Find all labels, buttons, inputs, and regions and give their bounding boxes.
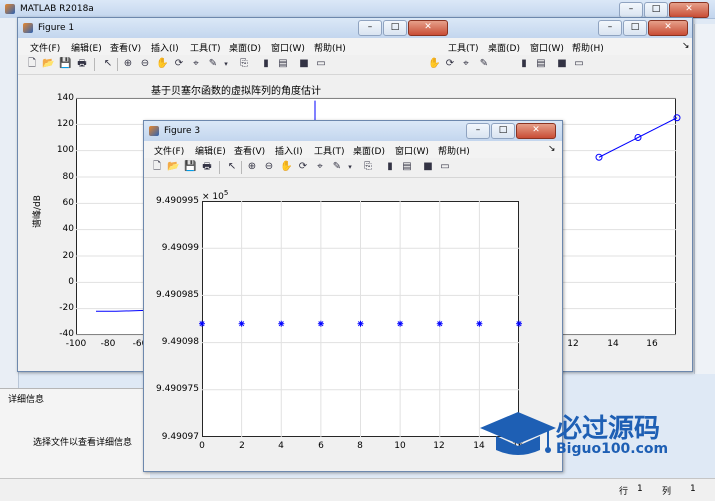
matlab-title: MATLAB R2018a	[20, 4, 94, 14]
close-button[interactable]: ✕	[669, 2, 709, 18]
details-text: 选择文件以查看详细信息	[33, 438, 133, 448]
data-point-star	[238, 320, 245, 327]
status-row-value: 1	[637, 484, 643, 494]
graduation-cap-icon	[480, 412, 556, 455]
status-col-label: 列	[662, 487, 672, 497]
data-point-star	[199, 320, 205, 327]
data-point-star	[317, 320, 324, 327]
data-point-star	[357, 320, 364, 327]
watermark-cn: 必过源码	[556, 414, 661, 444]
matlab-window-buttons: – □ ✕	[619, 2, 709, 18]
matlab-status-bar: 行 1 列 1	[0, 478, 715, 501]
data-point-star	[278, 320, 285, 327]
maximize-button[interactable]: □	[644, 2, 668, 18]
data-point-star	[436, 320, 443, 327]
minimize-button[interactable]: –	[619, 2, 643, 18]
watermark-url: Biguo100.com	[556, 441, 669, 457]
matlab-logo-icon	[5, 4, 15, 14]
details-header: 详细信息	[8, 395, 45, 405]
series-line-right	[598, 117, 678, 158]
data-point-star	[397, 320, 404, 327]
right-scroll-strip[interactable]	[694, 24, 715, 374]
watermark-logo: 必过源码 Biguo100.com	[478, 408, 688, 462]
status-row-label: 行	[619, 487, 629, 497]
status-col-value: 1	[690, 484, 696, 494]
data-point-star	[516, 320, 522, 327]
data-point-star	[476, 320, 483, 327]
details-panel: 详细信息 选择文件以查看详细信息	[0, 388, 150, 479]
